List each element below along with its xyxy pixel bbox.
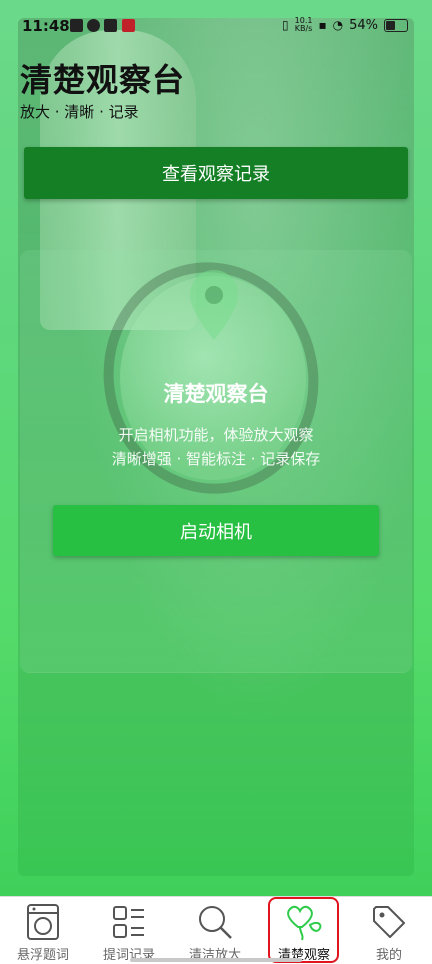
location-pin-icon [190,270,238,340]
tab-floating-prompter[interactable]: 悬浮题词 [0,897,86,964]
tab-label: 我的 [375,948,402,963]
battery-percent: 54% [349,17,378,33]
bottom-tab-bar: 悬浮题词 提词记录 清洁放大 清楚观察 我的 [0,896,432,964]
page-subtitle: 放大 · 清晰 · 记录 [20,103,139,121]
battery-icon [384,18,408,32]
tab-clean-magnify[interactable]: 清洁放大 [172,897,258,964]
washing-machine-icon [27,904,59,940]
tab-label: 悬浮题词 [16,948,69,963]
home-indicator [130,958,302,962]
status-bar: 11:48 ▯ 10.1 KB/s ▪ ◔ 54% [0,0,432,40]
card-title: 清楚观察台 [163,382,269,406]
sim-icon: ▪ [318,18,327,32]
notification-icon [104,19,117,32]
card-description-line1: 开启相机功能，体验放大观察 [118,426,314,444]
tab-prompt-records[interactable]: 提词记录 [86,897,172,964]
vibrate-icon: ▯ [282,18,289,32]
view-records-button[interactable]: 查看观察记录 [24,147,408,199]
status-right: ▯ 10.1 KB/s ▪ ◔ 54% [282,17,408,33]
notification-icon [87,19,100,32]
status-time: 11:48 [22,17,70,35]
tag-icon [373,906,405,938]
start-camera-button[interactable]: 启动相机 [53,505,379,556]
active-tab-highlight [268,897,339,963]
tab-mine[interactable]: 我的 [346,897,432,964]
grid-list-icon [113,906,144,938]
page-title: 清楚观察台 [20,61,186,99]
wifi-icon: ◔ [332,18,344,32]
screen: 11:48 ▯ 10.1 KB/s ▪ ◔ 54% 清楚观察台 放大 · 清晰 … [0,0,432,964]
card-description-line2: 清晰增强 · 智能标注 · 记录保存 [111,450,321,468]
magnifier-icon [199,906,232,939]
notification-icon [122,19,135,32]
network-speed: 10.1 KB/s [294,16,313,33]
notification-icon [70,19,83,32]
